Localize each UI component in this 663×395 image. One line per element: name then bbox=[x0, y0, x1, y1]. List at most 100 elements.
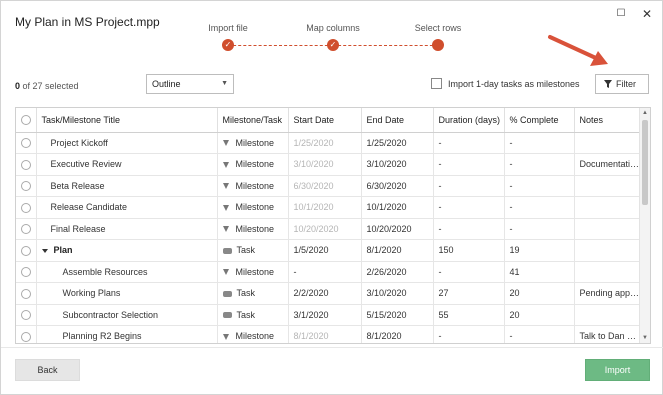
row-percent-complete: - bbox=[504, 218, 575, 240]
select-all-radio[interactable] bbox=[16, 108, 37, 133]
row-select-radio[interactable] bbox=[16, 304, 37, 326]
row-percent-complete: - bbox=[504, 153, 575, 176]
scroll-up-icon[interactable]: ▲ bbox=[640, 108, 650, 118]
rows-grid: Task/Milestone Title Milestone/Task Star… bbox=[15, 107, 651, 344]
filter-icon bbox=[604, 80, 612, 88]
row-duration: - bbox=[433, 175, 505, 197]
row-start-date: 3/1/2020 bbox=[288, 304, 362, 326]
step-connector bbox=[228, 45, 333, 46]
row-percent-complete: 19 bbox=[504, 239, 575, 262]
import-dialog: My Plan in MS Project.mpp ☐ ✕ Import fil… bbox=[0, 0, 663, 395]
row-select-radio[interactable] bbox=[16, 132, 37, 154]
table-row[interactable]: Subcontractor Selection Task 3/1/2020 5/… bbox=[16, 304, 641, 326]
row-end-date: 5/15/2020 bbox=[361, 304, 434, 326]
outline-dropdown-value: Outline bbox=[152, 79, 181, 89]
row-title: Planning R2 Begins bbox=[36, 325, 218, 343]
row-select-radio[interactable] bbox=[16, 239, 37, 262]
column-header-end-date[interactable]: End Date bbox=[361, 108, 434, 133]
import-milestones-checkbox[interactable] bbox=[431, 78, 442, 89]
row-notes: Talk to Dan about budget bbox=[574, 325, 641, 343]
row-end-date: 3/10/2020 bbox=[361, 282, 434, 305]
grid-scrollbar[interactable]: ▲ ▼ bbox=[639, 108, 650, 343]
column-header-notes[interactable]: Notes bbox=[574, 108, 641, 133]
row-start-date: 8/1/2020 bbox=[288, 325, 362, 343]
row-notes bbox=[574, 218, 641, 240]
row-type: Milestone bbox=[217, 261, 289, 283]
row-title: Release Candidate bbox=[36, 196, 218, 219]
scroll-down-icon[interactable]: ▼ bbox=[640, 333, 650, 343]
row-title: Working Plans bbox=[36, 282, 218, 305]
row-type: Milestone bbox=[217, 175, 289, 197]
row-end-date: 8/1/2020 bbox=[361, 239, 434, 262]
row-type: Milestone bbox=[217, 153, 289, 176]
table-row[interactable]: Planning R2 Begins Milestone 8/1/2020 8/… bbox=[16, 325, 641, 343]
import-button[interactable]: Import bbox=[585, 359, 650, 381]
expand-caret-icon[interactable] bbox=[41, 248, 48, 253]
column-header-start-date[interactable]: Start Date bbox=[288, 108, 362, 133]
row-select-radio[interactable] bbox=[16, 153, 37, 176]
row-title: Subcontractor Selection bbox=[36, 304, 218, 326]
step-connector bbox=[333, 45, 438, 46]
row-duration: 27 bbox=[433, 282, 505, 305]
close-icon[interactable]: ✕ bbox=[639, 7, 655, 21]
row-end-date: 8/1/2020 bbox=[361, 325, 434, 343]
row-start-date: 1/5/2020 bbox=[288, 239, 362, 262]
table-row[interactable]: Assemble Resources Milestone - 2/26/2020… bbox=[16, 261, 641, 283]
table-row[interactable]: Plan Task 1/5/2020 8/1/2020 150 19 bbox=[16, 239, 641, 262]
row-title: Assemble Resources bbox=[36, 261, 218, 283]
row-type: Task bbox=[217, 239, 289, 262]
callout-arrow-icon bbox=[548, 35, 608, 66]
table-row[interactable]: Final Release Milestone 10/20/2020 10/20… bbox=[16, 218, 641, 240]
table-row[interactable]: Release Candidate Milestone 10/1/2020 10… bbox=[16, 196, 641, 219]
row-start-date: 1/25/2020 bbox=[288, 132, 362, 154]
row-title: Project Kickoff bbox=[36, 132, 218, 154]
row-select-radio[interactable] bbox=[16, 196, 37, 219]
row-select-radio[interactable] bbox=[16, 218, 37, 240]
row-title-group[interactable]: Plan bbox=[36, 239, 218, 262]
table-row[interactable]: Project Kickoff Milestone 1/25/2020 1/25… bbox=[16, 132, 641, 154]
filter-button[interactable]: Filter bbox=[595, 74, 649, 94]
row-notes bbox=[574, 239, 641, 262]
step-current-dot-icon bbox=[432, 39, 444, 51]
table-row[interactable]: Executive Review Milestone 3/10/2020 3/1… bbox=[16, 153, 641, 176]
import-stepper: Import file ✓ Map columns ✓ Select rows bbox=[181, 23, 461, 53]
back-button[interactable]: Back bbox=[15, 359, 80, 381]
table-row[interactable]: Beta Release Milestone 6/30/2020 6/30/20… bbox=[16, 175, 641, 197]
selection-count: 0 of 27 selected bbox=[15, 81, 79, 91]
row-end-date: 1/25/2020 bbox=[361, 132, 434, 154]
row-select-radio[interactable] bbox=[16, 175, 37, 197]
row-select-radio[interactable] bbox=[16, 282, 37, 305]
table-header-row: Task/Milestone Title Milestone/Task Star… bbox=[16, 108, 641, 133]
selected-count-suffix: of 27 selected bbox=[20, 81, 79, 91]
row-end-date: 10/20/2020 bbox=[361, 218, 434, 240]
row-type: Milestone bbox=[217, 218, 289, 240]
row-notes: Documentation Required bbox=[574, 153, 641, 176]
row-select-radio[interactable] bbox=[16, 325, 37, 343]
outline-dropdown[interactable]: Outline ▼ bbox=[146, 74, 234, 94]
dialog-title: My Plan in MS Project.mpp bbox=[15, 15, 160, 29]
row-type: Task bbox=[217, 282, 289, 305]
row-duration: - bbox=[433, 325, 505, 343]
chevron-down-icon: ▼ bbox=[221, 80, 228, 87]
column-header-type[interactable]: Milestone/Task bbox=[217, 108, 289, 133]
row-percent-complete: - bbox=[504, 196, 575, 219]
row-percent-complete: 20 bbox=[504, 304, 575, 326]
row-duration: - bbox=[433, 132, 505, 154]
row-percent-complete: 20 bbox=[504, 282, 575, 305]
footer-divider bbox=[1, 347, 663, 348]
scroll-thumb[interactable] bbox=[642, 120, 648, 205]
row-select-radio[interactable] bbox=[16, 261, 37, 283]
row-duration: 55 bbox=[433, 304, 505, 326]
row-duration: - bbox=[433, 196, 505, 219]
row-duration: - bbox=[433, 261, 505, 283]
column-header-percent-complete[interactable]: % Complete bbox=[504, 108, 575, 133]
column-header-title[interactable]: Task/Milestone Title bbox=[36, 108, 218, 133]
row-notes: Pending approval bbox=[574, 282, 641, 305]
maximize-icon[interactable]: ☐ bbox=[613, 7, 629, 21]
row-start-date: 10/20/2020 bbox=[288, 218, 362, 240]
row-title: Final Release bbox=[36, 218, 218, 240]
row-duration: - bbox=[433, 153, 505, 176]
row-percent-complete: 41 bbox=[504, 261, 575, 283]
table-row[interactable]: Working Plans Task 2/2/2020 3/10/2020 27… bbox=[16, 282, 641, 305]
column-header-duration[interactable]: Duration (days) bbox=[433, 108, 505, 133]
